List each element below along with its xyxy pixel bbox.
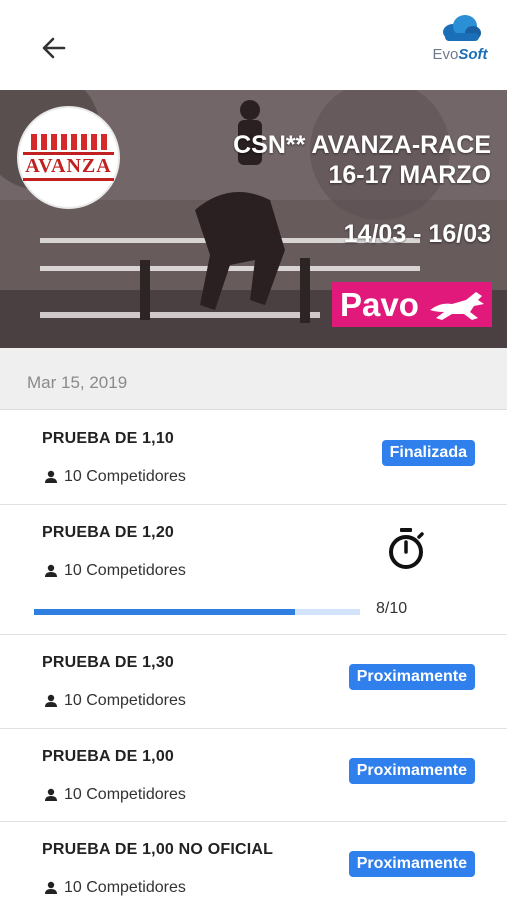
event-banner: AVANZA CSN** AVANZA-RACE 16-17 MARZO 14/… [0,90,507,348]
person-icon [45,564,57,577]
date-section-header: Mar 15, 2019 [0,348,507,410]
cloud-icon [443,15,481,41]
competitors-label: 10 Competidores [64,879,186,896]
evosoft-logo: EvoSoft [425,12,495,72]
competitors-count: 10 Competidores [44,468,186,486]
status-badge: Proximamente [348,664,475,690]
competitors-label: 10 Competidores [64,468,186,485]
person-icon [45,694,57,707]
list-item[interactable]: PRUEBA DE 1,30 10 Competidores Proximame… [0,635,507,729]
avanza-logo: AVANZA [17,106,120,209]
back-button[interactable] [34,28,74,68]
competitors-label: 10 Competidores [64,692,186,709]
event-item-title: PRUEBA DE 1,30 [42,654,175,671]
list-item[interactable]: PRUEBA DE 1,00 NO OFICIAL 10 Competidore… [0,822,507,900]
event-item-title: PRUEBA DE 1,10 [42,430,175,447]
section-date: Mar 15, 2019 [27,373,128,392]
event-item-title: PRUEBA DE 1,00 NO OFICIAL [42,841,274,858]
list-item[interactable]: PRUEBA DE 1,20 10 Competidores 8/10 [0,505,507,635]
status-badge: Finalizada [381,440,475,466]
event-dates: 14/03 - 16/03 [343,220,491,248]
event-title: CSN** AVANZA-RACE 16-17 MARZO [233,130,491,190]
status-badge: Proximamente [348,758,475,784]
person-icon [45,881,57,894]
sponsor-logo: Pavo [332,282,492,327]
sponsor-name: Pavo [340,285,419,323]
competitors-count: 10 Competidores [44,562,186,580]
competitors-label: 10 Competidores [64,786,186,803]
competitors-count: 10 Competidores [44,786,186,804]
progress-label: 8/10 [376,600,408,617]
list-item[interactable]: PRUEBA DE 1,00 10 Competidores Proximame… [0,729,507,822]
arrow-left-icon [42,37,66,59]
status-badge: Proximamente [348,851,475,877]
stopwatch-icon [389,528,424,569]
progress-bar [34,609,360,615]
avanza-logo-text: AVANZA [23,152,114,181]
top-bar: EvoSoft [0,0,507,90]
horse-icon [430,292,484,320]
logo-stripes [30,134,107,150]
event-item-title: PRUEBA DE 1,00 [42,748,175,765]
list-item[interactable]: PRUEBA DE 1,10 10 Competidores Finalizad… [0,411,507,505]
person-icon [45,788,57,801]
event-title-line1: CSN** AVANZA-RACE [233,131,491,159]
event-title-line2: 16-17 MARZO [328,161,491,189]
event-item-title: PRUEBA DE 1,20 [42,524,175,541]
person-icon [45,470,57,483]
competitors-label: 10 Competidores [64,562,186,579]
logo-text: EvoSoft [432,46,488,63]
competitors-count: 10 Competidores [44,879,186,897]
progress-fill [34,609,295,615]
event-list: PRUEBA DE 1,10 10 Competidores Finalizad… [0,411,507,900]
competitors-count: 10 Competidores [44,692,186,710]
